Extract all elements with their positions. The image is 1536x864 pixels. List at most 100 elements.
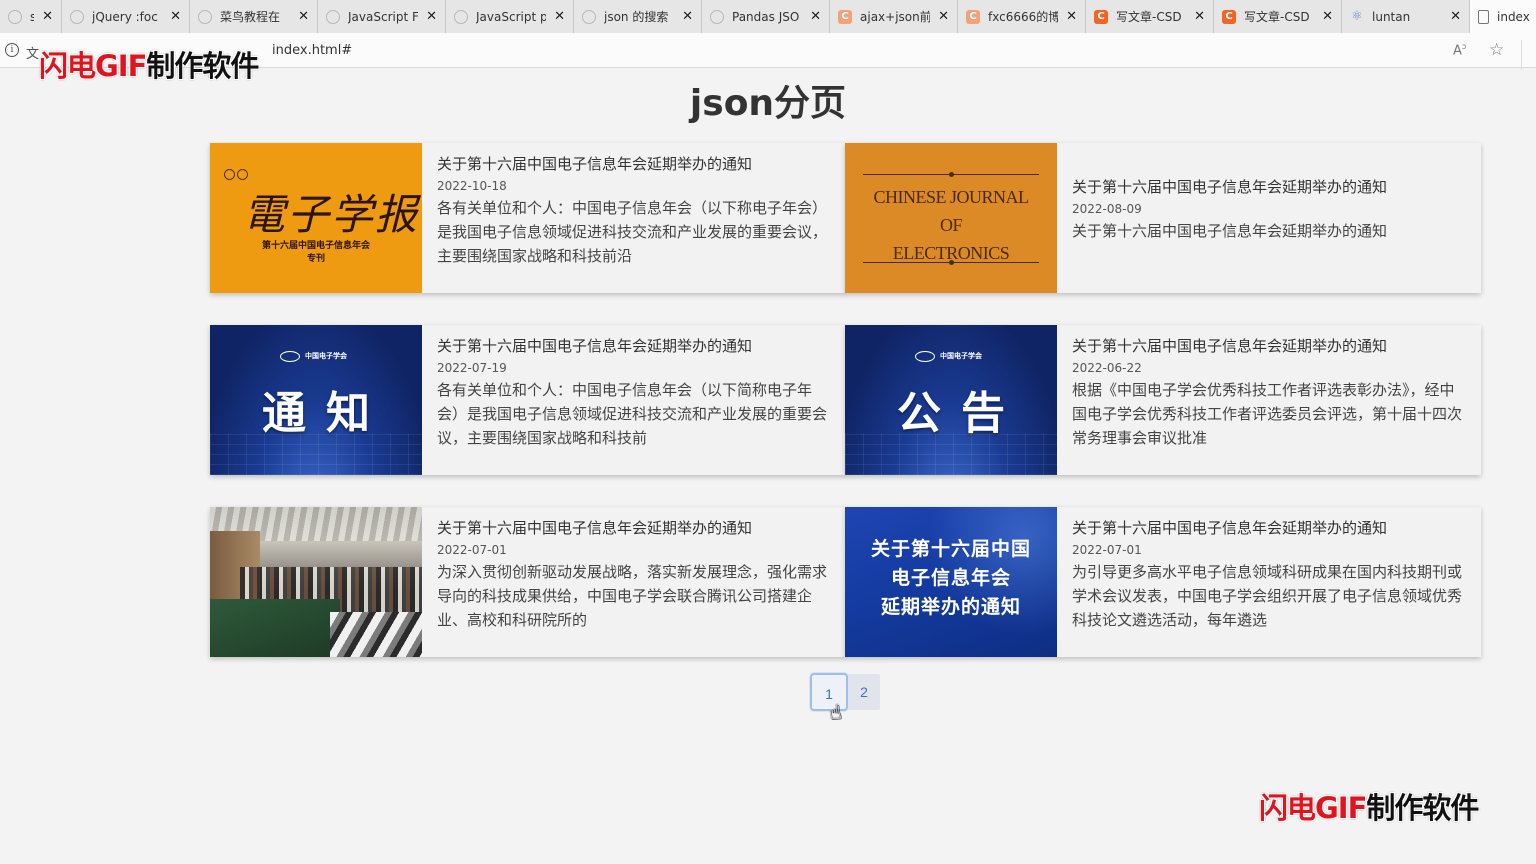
card-date: 2022-07-01 bbox=[1072, 543, 1142, 557]
society-logo-icon: 中国电子学会 bbox=[915, 349, 987, 363]
card-description: 各有关单位和个人：中国电子信息年会（以下简称电子年会）是我国电子信息领域促进科技… bbox=[437, 381, 828, 447]
thumbnail-sub2: 专刊 bbox=[306, 254, 325, 264]
page-button-2[interactable]: 2 bbox=[848, 674, 880, 710]
browser-tab[interactable]: C 写文章-CSD ✕ bbox=[1086, 0, 1214, 33]
photo-table bbox=[210, 599, 340, 657]
card-title[interactable]: 关于第十六届中国电子信息年会延期举办的通知 bbox=[1072, 516, 1467, 540]
close-icon[interactable]: ✕ bbox=[170, 9, 181, 24]
globe-icon bbox=[70, 9, 84, 24]
close-icon[interactable]: ✕ bbox=[298, 9, 309, 24]
news-card[interactable]: 中国电子学会 公告 关于第十六届中国电子信息年会延期举办的通知 2022-06-… bbox=[845, 325, 1481, 475]
url-text[interactable]: index.html# bbox=[272, 43, 352, 58]
browser-tab[interactable]: 菜鸟教程在 ✕ bbox=[190, 0, 318, 33]
card-date: 2022-07-19 bbox=[437, 361, 507, 375]
pagination: 1 2 bbox=[810, 673, 880, 711]
tab-label: 写文章-CSD bbox=[1116, 10, 1182, 24]
tab-label: Pandas JSO bbox=[732, 9, 800, 24]
tab-label: 菜鸟教程在 bbox=[220, 10, 281, 24]
read-aloud-icon[interactable]: Aↄ bbox=[1453, 42, 1466, 58]
csdn-favicon-icon: C bbox=[838, 9, 852, 24]
globe-icon bbox=[710, 9, 724, 24]
divider-dot bbox=[949, 172, 954, 177]
browser-tab[interactable]: JavaScript F ✕ bbox=[318, 0, 446, 33]
close-icon[interactable]: ✕ bbox=[810, 9, 821, 24]
close-icon[interactable]: ✕ bbox=[1194, 9, 1205, 24]
card-description: 为引导更多高水平电子信息领域科研成果在国内科技期刊或学术会议发表，中国电子学会组… bbox=[1072, 563, 1463, 629]
close-icon[interactable]: ✕ bbox=[426, 9, 437, 24]
csdn-favicon-icon: C bbox=[1222, 9, 1236, 24]
tab-label: JavaScript F bbox=[348, 9, 419, 24]
card-thumbnail[interactable]: 关于第十六届中国 电子信息年会 延期举办的通知 bbox=[845, 507, 1057, 657]
tech-grid-decoration bbox=[210, 433, 422, 475]
browser-tab[interactable]: C 写文章-CSD ✕ bbox=[1214, 0, 1342, 33]
watermark-black-text: 制作软件 bbox=[1366, 791, 1479, 825]
tab-label: 写文章-CSD bbox=[1244, 10, 1310, 24]
address-prefix: 文 bbox=[26, 47, 40, 62]
logo-text: 中国电子学会 bbox=[305, 352, 347, 360]
card-thumbnail[interactable]: CHINESE JOURNAL OF ELECTRONICS bbox=[845, 143, 1057, 293]
journal-line2: OF bbox=[939, 215, 963, 235]
watermark-red-text: 闪电GIF bbox=[39, 49, 147, 83]
thumbnail-notice-text: 关于第十六届中国 电子信息年会 延期举办的通知 bbox=[845, 535, 1057, 622]
card-title[interactable]: 关于第十六届中国电子信息年会延期举办的通知 bbox=[437, 334, 832, 358]
info-icon[interactable]: i bbox=[5, 43, 19, 57]
society-logo-icon: 中国电子学会 bbox=[280, 349, 352, 363]
close-icon[interactable]: ✕ bbox=[554, 9, 565, 24]
browser-tab[interactable]: jQuery :foc ✕ bbox=[62, 0, 190, 33]
news-card[interactable]: CHINESE JOURNAL OF ELECTRONICS 关于第十六届中国电… bbox=[845, 143, 1481, 293]
news-card[interactable]: 中国电子学会 通知 关于第十六届中国电子信息年会延期举办的通知 2022-07-… bbox=[210, 325, 846, 475]
logo-text: 中国电子学会 bbox=[940, 352, 982, 360]
divider-dot bbox=[949, 260, 954, 265]
watermark-black-text: 制作软件 bbox=[146, 49, 259, 83]
card-title[interactable]: 关于第十六届中国电子信息年会延期举办的通知 bbox=[437, 516, 832, 540]
tab-label: fxc6666的博 bbox=[988, 10, 1059, 24]
close-icon[interactable]: ✕ bbox=[1450, 9, 1461, 24]
card-title[interactable]: 关于第十六届中国电子信息年会延期举办的通知 bbox=[437, 152, 832, 176]
close-icon[interactable]: ✕ bbox=[938, 9, 949, 24]
close-icon[interactable]: ✕ bbox=[1322, 9, 1333, 24]
browser-tab[interactable]: Cfxc6666的博 ✕ bbox=[958, 0, 1086, 33]
browser-tab[interactable]: ⚛ luntan ✕ bbox=[1342, 0, 1470, 33]
close-icon[interactable]: ✕ bbox=[682, 9, 693, 24]
browser-tab[interactable]: Cajax+json前 ✕ bbox=[830, 0, 958, 33]
browser-tab[interactable]: JavaScript p ✕ bbox=[446, 0, 574, 33]
card-thumbnail[interactable] bbox=[210, 507, 422, 657]
card-title[interactable]: 关于第十六届中国电子信息年会延期举办的通知 bbox=[1072, 175, 1387, 199]
close-icon[interactable]: ✕ bbox=[1066, 9, 1077, 24]
watermark-top: 闪电GIF制作软件 bbox=[39, 43, 259, 85]
tab-label: index bbox=[1497, 9, 1530, 24]
close-icon[interactable]: ✕ bbox=[42, 9, 53, 24]
favorite-star-icon[interactable]: ☆ bbox=[1489, 40, 1504, 60]
tab-label: luntan bbox=[1372, 9, 1411, 24]
tab-label: json 的搜索 bbox=[604, 10, 669, 24]
thumbnail-sub1: 第十六届中国电子信息年会 bbox=[261, 241, 370, 251]
card-date: 2022-08-09 bbox=[1072, 202, 1142, 216]
card-thumbnail[interactable]: 中国电子学会 通知 bbox=[210, 325, 422, 475]
card-thumbnail[interactable]: 中国电子学会 公告 bbox=[845, 325, 1057, 475]
watermark-red-text: 闪电GIF bbox=[1259, 791, 1367, 825]
globe-icon bbox=[326, 9, 340, 24]
globe-icon bbox=[8, 9, 22, 24]
globe-icon bbox=[454, 9, 468, 24]
seal-icon bbox=[224, 165, 250, 180]
watermark-bottom: 闪电GIF制作软件 bbox=[1259, 785, 1479, 827]
card-date: 2022-07-01 bbox=[437, 543, 507, 557]
news-card[interactable]: 電子学报 第十六届中国电子信息年会 专刊 关于第十六届中国电子信息年会延期举办的通… bbox=[210, 143, 846, 293]
browser-tab-bar: s - 搜✕jQuery :foc✕菜鸟教程在✕JavaScript F✕Jav… bbox=[0, 0, 1536, 33]
browser-tab[interactable]: index bbox=[1470, 0, 1536, 33]
tab-label: ajax+json前 bbox=[860, 10, 931, 24]
globe-icon bbox=[198, 9, 212, 24]
browser-tab[interactable]: s - 搜 ✕ bbox=[0, 0, 62, 33]
browser-tab[interactable]: json 的搜索 ✕ bbox=[574, 0, 702, 33]
thumbnail-subtitle: 第十六届中国电子信息年会 专刊 bbox=[210, 240, 422, 266]
globe-icon bbox=[582, 9, 596, 24]
card-thumbnail[interactable]: 電子学报 第十六届中国电子信息年会 专刊 bbox=[210, 143, 422, 293]
csdn-favicon-icon: C bbox=[966, 9, 980, 24]
tech-grid-decoration bbox=[845, 433, 1057, 475]
news-card[interactable]: 关于第十六届中国电子信息年会延期举办的通知 2022-07-01 为深入贯彻创新… bbox=[210, 507, 846, 657]
card-title[interactable]: 关于第十六届中国电子信息年会延期举办的通知 bbox=[1072, 334, 1467, 358]
card-description: 根据《中国电子学会优秀科技工作者评选表彰办法》，经中国电子学会优秀科技工作者评选… bbox=[1072, 381, 1463, 447]
browser-tab[interactable]: Pandas JSO ✕ bbox=[702, 0, 830, 33]
card-description: 各有关单位和个人：中国电子信息年会（以下称电子年会）是我国电子信息领域促进科技交… bbox=[437, 199, 828, 265]
news-card[interactable]: 关于第十六届中国 电子信息年会 延期举办的通知 关于第十六届中国电子信息年会延期… bbox=[845, 507, 1481, 657]
